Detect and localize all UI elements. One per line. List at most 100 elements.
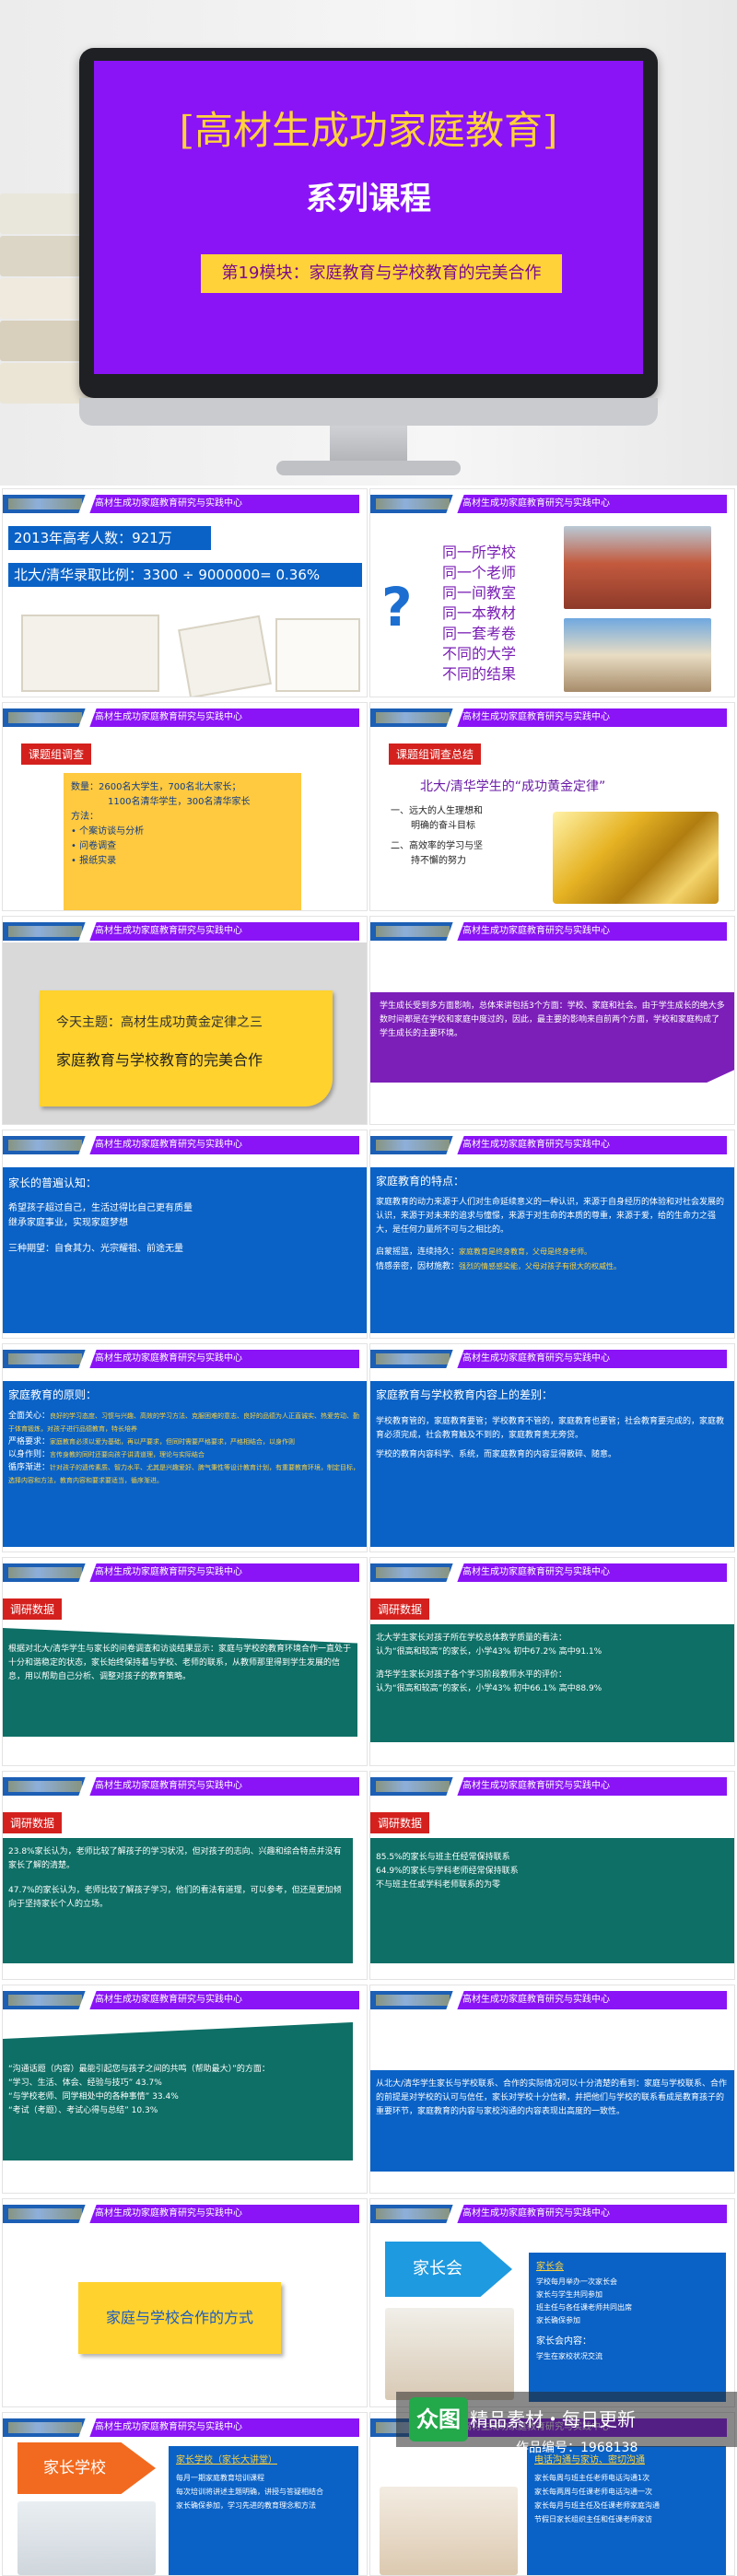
school-logo — [3, 1777, 88, 1796]
principle-text: 针对孩子的遗传素质、智力水平、尤其是兴趣爱好、脾气秉性等设计教育计划，有重要教育… — [8, 1464, 360, 1484]
parent-meeting-arrow: 家长会 — [385, 2242, 512, 2297]
list-item: 家长每月与班主任及任课老师家庭沟通 — [534, 2501, 660, 2510]
school-logo — [370, 1777, 455, 1796]
slide-parent-perception: 高材生成功家庭教育研究与实践中心 家长的普遍认知： 希望孩子超过自己，生活过得比… — [2, 1130, 368, 1339]
header-bar: 高材生成功家庭教育研究与实践中心 — [88, 495, 359, 513]
stat-total-examinees: 2013年高考人数：921万 — [8, 526, 211, 550]
feature-desc: 家庭教育是终身教育，父母是终身老师。 — [459, 1247, 592, 1256]
topic-card: 今天主题：高材生成功黄金定律之三 家庭教育与学校教育的完美合作 — [40, 990, 333, 1107]
header-bar: 高材生成功家庭教育研究与实践中心 — [455, 1777, 727, 1796]
slide-header: 高材生成功家庭教育研究与实践中心 — [3, 1563, 367, 1582]
school-logo — [370, 1136, 455, 1154]
hero-title: [高材生成功家庭教育] — [179, 108, 558, 153]
feature-label: 启蒙摇篮，连续持久： — [376, 1247, 460, 1257]
school-logo — [3, 708, 88, 727]
slide-header: 高材生成功家庭教育研究与实践中心 — [3, 1777, 367, 1796]
slide-trust-conclusion: 高材生成功家庭教育研究与实践中心 从北大/清华学生家长与学校联系、合作的实际情况… — [369, 1985, 735, 2194]
header-bar: 高材生成功家庭教育研究与实践中心 — [88, 1350, 359, 1368]
slide-header: 高材生成功家庭教育研究与实践中心 — [3, 1350, 367, 1368]
school-logo — [3, 1136, 88, 1154]
list-item: 三种期望：自食其力、光宗耀祖、前途无量 — [8, 1244, 183, 1254]
topic-result: “考试（考题）、考试心得与总结” 10.3% — [8, 2106, 158, 2115]
header-bar: 高材生成功家庭教育研究与实践中心 — [455, 495, 727, 513]
principle-label: 循序渐进： — [8, 1463, 51, 1472]
feature-item: 启蒙摇篮，连续持久：家庭教育是终身教育，父母是终身老师。 — [376, 1245, 731, 1259]
golden-rule-list: 一、远大的人生理想和 明确的奋斗目标 二、高效率的学习与坚 持不懈的努力 — [391, 804, 547, 869]
list-item: 家长确保参加，学习先进的教育理念和方法 — [176, 2501, 316, 2510]
school-logo — [370, 1563, 455, 1582]
list-item: 学生在家校状况交流 — [536, 2352, 602, 2360]
slide-header: 高材生成功家庭教育研究与实践中心 — [3, 495, 367, 513]
slide-content-differences: 高材生成功家庭教育研究与实践中心 家庭教育与学校教育内容上的差别： 学校教育管的… — [369, 1343, 735, 1552]
principle-text: 言传身教的同时还要向孩子讲清道理，理论与实际结合 — [50, 1451, 205, 1458]
slide-research-data-1: 高材生成功家庭教育研究与实践中心 调研数据 根据对北大/清华学生与家长的问卷调查… — [2, 1557, 368, 1766]
survey-details-box: 数量：2600名大学生，700名北大家长； 1100名清华学生，300名清华家长… — [64, 773, 301, 910]
certificate-image — [275, 618, 360, 692]
slide-family-education-principles: 高材生成功家庭教育研究与实践中心 家庭教育的原则： 全面关心：良好的学习态度、习… — [2, 1343, 368, 1552]
university-building-photo — [564, 618, 711, 692]
slide-header: 高材生成功家庭教育研究与实践中心 — [3, 1136, 367, 1154]
list-item: • 问卷调查 — [71, 841, 117, 851]
section-tag: 调研数据 — [370, 1812, 430, 1833]
slide-survey-summary: 高材生成功家庭教育研究与实践中心 课题组调查总结 北大/清华学生的“成功黄金定律… — [369, 702, 735, 911]
list-item: 同一个老师 — [442, 564, 517, 581]
list-item: 家长与学生共同参加 — [536, 2290, 602, 2299]
opinion-text: 47.7%的家长认为，老师比较了解孩子学习，他们的看法有道理，可以参考，但还是更… — [8, 1886, 342, 1909]
slide-enrollment-stats: 高材生成功家庭教育研究与实践中心 2013年高考人数：921万 北大/清华录取比… — [2, 488, 368, 697]
communication-panel: “沟通话题（内容）最能引起您与孩子之间的共鸣（帮助最大）”的方面： “学习、生活… — [3, 2022, 353, 2160]
slide-header: 高材生成功家庭教育研究与实践中心 — [370, 2205, 734, 2223]
monitor-base — [276, 461, 461, 475]
school-logo — [3, 1350, 88, 1368]
feature-label: 情感亲密，因材施教： — [376, 1262, 460, 1271]
list-item: 家长每周与班主任老师电话沟通1次 — [534, 2474, 650, 2482]
parent-meeting-panel: 家长会 学校每月举办一次家长会 家长与学生共同参加 班主任与各任课老师共同出席 … — [529, 2253, 726, 2402]
slide-parent-school: 高材生成功家庭教育研究与实践中心 家长学校 家长学校（家长大讲堂） 每月一期家庭… — [2, 2412, 368, 2576]
growth-text: 学生成长受到多方面影响，总体来讲包括3个方面：学校、家庭和社会。由于学生成长的绝… — [370, 992, 734, 1083]
topic-question: “沟通话题（内容）最能引起您与孩子之间的共鸣（帮助最大）”的方面： — [8, 2065, 270, 2074]
opinion-text: 23.8%家长认为，老师比较了解孩子的学习状况，但对孩子的志向、兴趣和综合特点并… — [8, 1847, 342, 1870]
slide-header: 高材生成功家庭教育研究与实践中心 — [3, 2205, 367, 2223]
topic-line-2: 家庭教育与学校教育的完美合作 — [56, 1051, 263, 1069]
slide-family-education-features: 高材生成功家庭教育研究与实践中心 家庭教育的特点： 家庭教育的动力来源于人们对生… — [369, 1130, 735, 1339]
list-item: 每月一期家庭教育培训课程 — [176, 2474, 264, 2482]
slide-header: 高材生成功家庭教育研究与实践中心 — [3, 2418, 367, 2437]
certificate-image — [21, 615, 159, 692]
survey-result: 认为“很高和较高”的家长，小学43% 初中66.1% 高中88.9% — [376, 1684, 602, 1693]
school-logo — [370, 708, 455, 727]
principle-item: 全面关心：良好的学习态度、习惯与兴趣、高效的学习方法、克服困难的意志、良好的品德… — [8, 1410, 363, 1435]
header-bar: 高材生成功家庭教育研究与实践中心 — [88, 922, 359, 941]
school-logo — [3, 2418, 88, 2437]
header-bar: 高材生成功家庭教育研究与实践中心 — [88, 1563, 359, 1582]
golden-rule-heading: 北大/清华学生的“成功黄金定律” — [420, 779, 606, 794]
list-item: 家长确保参加 — [536, 2316, 580, 2324]
header-bar: 高材生成功家庭教育研究与实践中心 — [88, 1777, 359, 1796]
comparison-list: 同一所学校 同一个老师 同一间教室 同一本教材 同一套考卷 不同的大学 不同的结… — [442, 543, 553, 685]
certificate-image — [178, 615, 272, 697]
monitor-stand — [330, 426, 407, 463]
principle-label: 以身作则： — [8, 1450, 51, 1459]
principle-text: 良好的学习态度、习惯与兴趣、高效的学习方法、克服困难的意志、良好的品德为人正直诚… — [8, 1412, 360, 1433]
slide-header: 高材生成功家庭教育研究与实践中心 — [3, 708, 367, 727]
header-bar: 高材生成功家庭教育研究与实践中心 — [88, 708, 359, 727]
list-item: 同一套考卷 — [442, 625, 517, 642]
header-bar: 高材生成功家庭教育研究与实践中心 — [88, 1991, 359, 2009]
differences-text: 学校的教育内容科学、系统，而家庭教育的内容显得散碎、随意。 — [376, 1450, 617, 1459]
gold-bars-image — [553, 812, 719, 904]
contact-stat: 85.5%的家长与班主任经常保持联系 — [376, 1853, 510, 1862]
principle-item: 以身作则：言传身教的同时还要向孩子讲清道理，理论与实际结合 — [8, 1448, 363, 1461]
topic-line-1: 今天主题：高材生成功黄金定律之三 — [56, 1015, 263, 1030]
question-mark-icon: ? — [381, 576, 413, 638]
hero-subtitle: 系列课程 — [306, 181, 431, 217]
list-item: 二、高效率的学习与坚 — [391, 841, 483, 851]
header-bar: 高材生成功家庭教育研究与实践中心 — [88, 2205, 359, 2223]
survey-quantity-2: 1100名清华学生，300名清华家长 — [108, 797, 251, 807]
survey-result: 认为“很高和较高”的家长，小学43% 初中67.2% 高中91.1% — [376, 1647, 602, 1657]
feature-desc: 强烈的情感感染能，父母对孩子有很大的权威性。 — [459, 1262, 622, 1270]
survey-method-label: 方法： — [71, 812, 99, 822]
school-logo — [370, 2205, 455, 2223]
header-bar: 高材生成功家庭教育研究与实践中心 — [455, 1991, 727, 2009]
principle-label: 全面关心： — [8, 1411, 51, 1421]
parent-school-panel: 家长学校（家长大讲堂） 每月一期家庭教育培训课程 每次培训将讲述主题明确，讲授与… — [169, 2446, 358, 2575]
header-bar: 高材生成功家庭教育研究与实践中心 — [88, 1136, 359, 1154]
slide-research-data-4: 高材生成功家庭教育研究与实践中心 调研数据 85.5%的家长与班主任经常保持联系… — [369, 1771, 735, 1980]
